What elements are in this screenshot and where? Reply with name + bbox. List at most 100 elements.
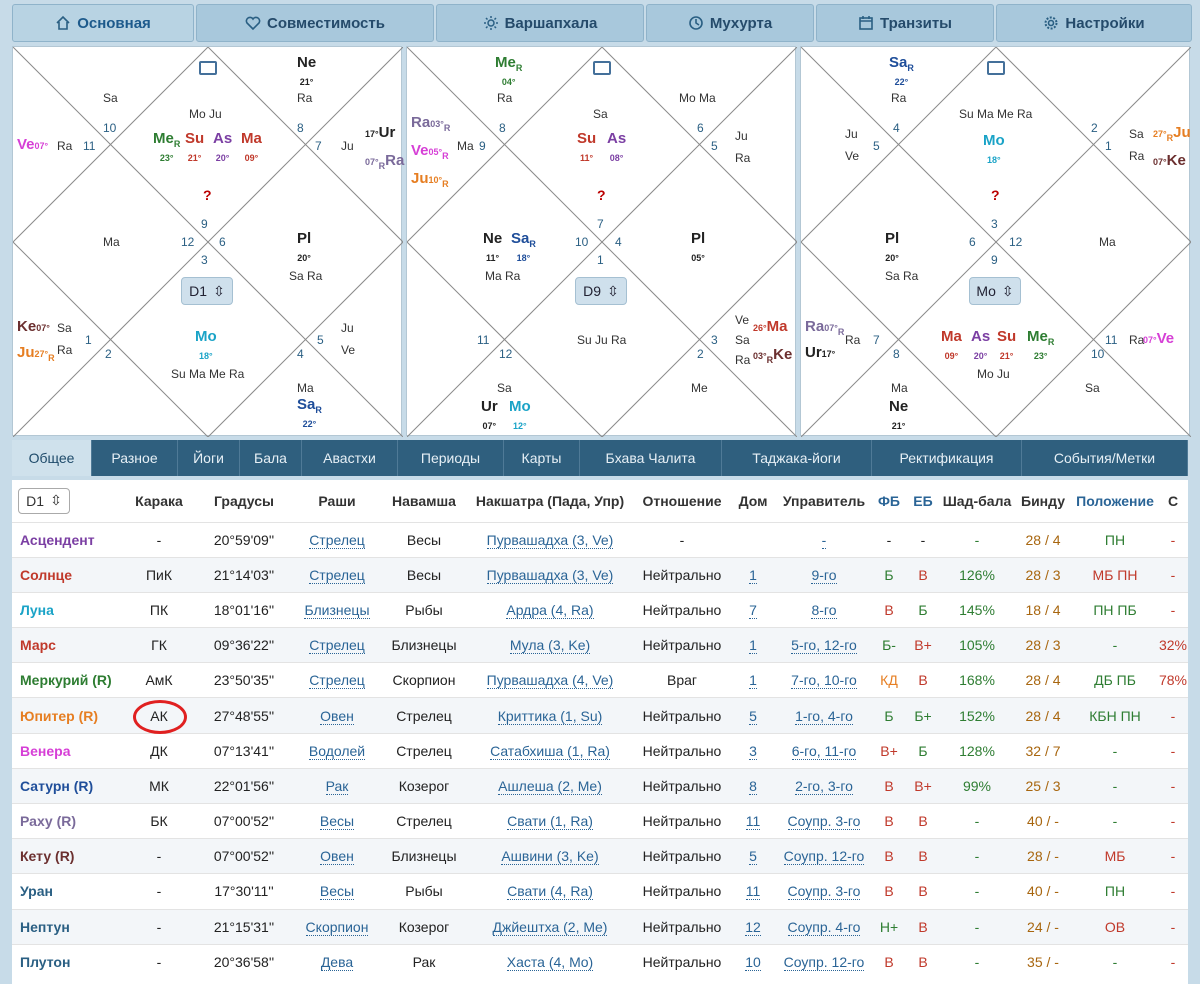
row-rashi[interactable]: Скорпион (305, 918, 369, 936)
row-rashi[interactable]: Овен (320, 848, 354, 866)
tab-bhava-chalita[interactable]: Бхава Чалита (580, 440, 722, 476)
row-lord[interactable]: 1-го, 4-го (795, 707, 853, 725)
chart-selector[interactable]: D1 ⇳ (181, 277, 233, 305)
planet-me[interactable]: MeR 04° (495, 55, 522, 88)
row-rashi[interactable]: Дева (320, 954, 354, 972)
planet-ne[interactable]: Ne 21° (297, 55, 316, 88)
planet-ve[interactable]: 07°Ve (1143, 331, 1174, 349)
row-house[interactable]: 7 (749, 601, 757, 619)
row-rashi[interactable]: Весы (319, 883, 355, 901)
row-lord[interactable]: 2-го, 3-го (795, 777, 853, 795)
planet-as[interactable]: As 20° (971, 329, 990, 362)
row-house[interactable]: 12 (745, 918, 761, 936)
row-lord[interactable]: 5-го, 12-го (791, 637, 857, 655)
row-nakshatra[interactable]: Пурвашадха (4, Ve) (486, 672, 614, 690)
row-rashi[interactable]: Стрелец (309, 531, 365, 549)
row-house[interactable]: 10 (745, 954, 761, 972)
tab-events[interactable]: События/Метки (1022, 440, 1188, 476)
nav-main[interactable]: Основная (12, 4, 194, 42)
row-nakshatra[interactable]: Хаста (4, Mo) (506, 954, 594, 972)
row-nakshatra[interactable]: Криттика (1, Su) (497, 707, 603, 725)
row-house[interactable]: 8 (749, 777, 757, 795)
planet-ve[interactable]: Ve07° (17, 137, 48, 155)
planet-sa[interactable]: SaR 22° (297, 397, 322, 430)
planet-sa[interactable]: SaR 18° (511, 231, 536, 264)
planet-me[interactable]: MeR 23° (153, 131, 180, 164)
row-house[interactable]: 1 (749, 672, 757, 690)
row-house[interactable]: 5 (749, 848, 757, 866)
row-house[interactable]: 1 (749, 637, 757, 655)
planet-ur[interactable]: Ur 07° (481, 399, 498, 432)
planet-ju[interactable]: 27°RJu (1153, 125, 1191, 143)
row-nakshatra[interactable]: Ардра (4, Ra) (506, 601, 594, 619)
nav-settings[interactable]: Настройки (996, 4, 1192, 42)
tab-tajaka-yogas[interactable]: Таджака-йоги (722, 440, 872, 476)
planet-ma[interactable]: Ma 09° (241, 131, 262, 164)
planet-ra[interactable]: 07°RRa (365, 153, 404, 171)
row-house[interactable]: 11 (745, 883, 761, 901)
planet-ur[interactable]: Ur17° (805, 345, 835, 363)
row-nakshatra[interactable]: Свати (4, Ra) (507, 883, 593, 901)
tab-rectification[interactable]: Ректификация (872, 440, 1022, 476)
row-rashi[interactable]: Близнецы (304, 601, 370, 619)
nav-compatibility[interactable]: Совместимость (196, 4, 434, 42)
nav-muhurta[interactable]: Мухурта (646, 4, 814, 42)
row-nakshatra[interactable]: Ашлеша (2, Me) (498, 777, 602, 795)
chart-display-icon[interactable] (987, 61, 1005, 75)
chart-selector[interactable]: Mo ⇳ (969, 277, 1021, 305)
row-lord[interactable]: Соупр. 12-го (783, 848, 865, 866)
planet-mo[interactable]: Mo 18° (195, 329, 217, 362)
planet-ne[interactable]: Ne 21° (889, 399, 908, 432)
row-lord[interactable]: Соупр. 12-го (783, 954, 865, 972)
planet-su[interactable]: Su 21° (997, 329, 1016, 362)
col-position[interactable]: Положение (1072, 480, 1158, 522)
planet-ne[interactable]: Ne 11° (483, 231, 502, 264)
planet-ke[interactable]: Ke07° (17, 319, 50, 337)
row-house[interactable]: 11 (745, 813, 761, 831)
row-lord[interactable]: 7-го, 10-го (791, 672, 857, 690)
tab-charts[interactable]: Карты (504, 440, 580, 476)
tab-avasthi[interactable]: Авастхи (302, 440, 398, 476)
row-nakshatra[interactable]: Свати (1, Ra) (507, 813, 593, 831)
row-lord[interactable]: Соупр. 3-го (787, 883, 861, 901)
row-lord[interactable]: 8-го (811, 601, 837, 619)
row-nakshatra[interactable]: Сатабхиша (1, Ra) (490, 742, 610, 760)
planet-ke[interactable]: 07°Ke (1153, 153, 1186, 171)
planet-su[interactable]: Su 11° (577, 131, 596, 164)
tab-yogas[interactable]: Йоги (178, 440, 240, 476)
planet-as[interactable]: As 20° (213, 131, 232, 164)
planet-ve[interactable]: Ve05°R (411, 143, 449, 161)
row-lord[interactable]: Соупр. 3-го (787, 813, 861, 831)
planet-ur[interactable]: 17°Ur (365, 125, 395, 143)
tab-bala[interactable]: Бала (240, 440, 302, 476)
row-rashi[interactable]: Стрелец (309, 637, 365, 655)
row-nakshatra[interactable]: Ашвини (3, Ke) (501, 848, 599, 866)
planet-as[interactable]: As 08° (607, 131, 626, 164)
chart-display-icon[interactable] (199, 61, 217, 75)
chart-display-icon[interactable] (593, 61, 611, 75)
row-rashi[interactable]: Водолей (308, 742, 366, 760)
row-rashi[interactable]: Рак (325, 777, 349, 795)
row-house[interactable]: 1 (749, 566, 757, 584)
tab-periods[interactable]: Периоды (398, 440, 504, 476)
planet-ke[interactable]: 03°RKe (753, 347, 792, 365)
nav-varshaphala[interactable]: Варшапхала (436, 4, 644, 42)
tab-misc[interactable]: Разное (92, 440, 178, 476)
row-house[interactable]: 3 (749, 742, 757, 760)
planet-ma[interactable]: Ma 09° (941, 329, 962, 362)
row-nakshatra[interactable]: Пурвашадха (3, Ve) (486, 531, 614, 549)
planet-pl[interactable]: Pl 20° (297, 231, 311, 264)
row-nakshatra[interactable]: Пурвашадха (3, Ve) (486, 566, 614, 584)
planet-su[interactable]: Su 21° (185, 131, 204, 164)
planet-ju[interactable]: Ju27°R (17, 345, 55, 363)
row-rashi[interactable]: Стрелец (309, 566, 365, 584)
row-lord[interactable]: Соупр. 4-го (787, 918, 861, 936)
table-chart-selector[interactable]: D1 ⇳ (18, 487, 70, 514)
tab-general[interactable]: Общее (12, 440, 92, 476)
chart-selector[interactable]: D9 ⇳ (575, 277, 627, 305)
planet-sa[interactable]: SaR 22° (889, 55, 914, 88)
row-lord[interactable]: - (821, 531, 827, 549)
planet-pl[interactable]: Pl 20° (885, 231, 899, 264)
row-lord[interactable]: 6-го, 11-го (791, 742, 857, 760)
nav-transits[interactable]: Транзиты (816, 4, 994, 42)
